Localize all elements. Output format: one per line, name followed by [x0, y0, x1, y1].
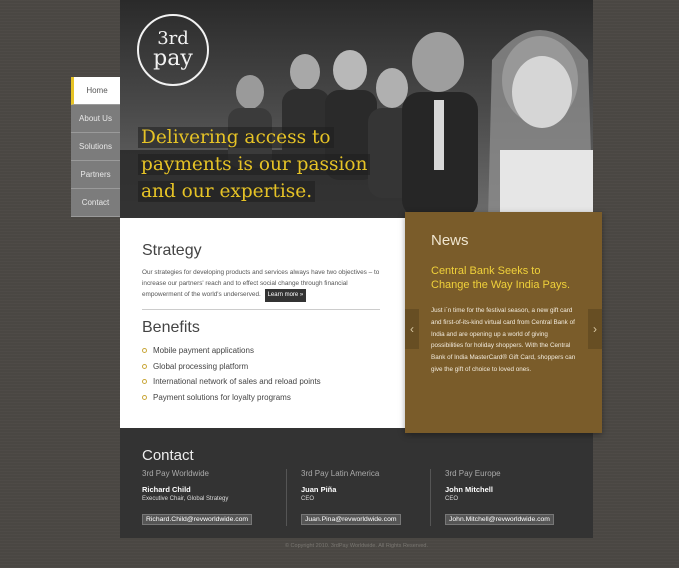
contact-role: Executive Chair, Global Strategy — [142, 496, 229, 502]
strategy-text: Our strategies for developing products a… — [142, 267, 382, 302]
news-body: Just i`n time for the festival season, a… — [431, 307, 576, 373]
hero-banner: 3rd pay Delivering access to payments is… — [120, 0, 593, 218]
benefits-heading: Benefits — [142, 319, 200, 336]
list-item: Global processing platform — [142, 362, 321, 378]
logo[interactable]: 3rd pay — [137, 14, 209, 86]
nav-item-contact[interactable]: Contact — [71, 189, 120, 217]
benefit-label: Mobile payment applications — [153, 346, 254, 355]
benefits-list: Mobile payment applications Global proce… — [142, 346, 321, 408]
bullet-icon — [142, 379, 147, 384]
contact-column-latin-america: 3rd Pay Latin America Juan Piña CEO Juan… — [286, 469, 426, 526]
nav-item-partners[interactable]: Partners — [71, 161, 120, 189]
contact-email-link[interactable]: John.Mitchell@revworldwide.com — [445, 514, 554, 525]
tagline-line: Delivering access to — [138, 127, 334, 148]
divider — [142, 309, 380, 310]
nav-item-home[interactable]: Home — [71, 77, 120, 105]
contact-name: John Mitchell — [445, 485, 493, 494]
nav-item-about[interactable]: About Us — [71, 105, 120, 133]
strategy-paragraph: Our strategies for developing products a… — [142, 269, 380, 298]
contact-email-link[interactable]: Juan.Pina@revworldwide.com — [301, 514, 401, 525]
benefit-label: Payment solutions for loyalty programs — [153, 392, 291, 402]
news-panel: News Central Bank Seeks to Change the Wa… — [405, 212, 602, 433]
tagline-line: payments is our passion — [138, 154, 371, 175]
learn-more-button[interactable]: Learn more » — [264, 289, 307, 302]
copyright: © Copyright 2010. 3rdPay Worldwide. All … — [284, 543, 429, 549]
contact-role: CEO — [445, 496, 459, 502]
chevron-left-icon[interactable]: ‹ — [405, 309, 419, 349]
contact-name: Juan Piña — [301, 485, 337, 494]
chevron-right-icon[interactable]: › — [588, 309, 602, 349]
contact-region: 3rd Pay Europe — [445, 469, 501, 478]
main-nav: Home About Us Solutions Partners Contact — [71, 77, 120, 217]
contact-heading: Contact — [142, 447, 194, 464]
news-headline[interactable]: Central Bank Seeks to Change the Way Ind… — [431, 264, 581, 292]
benefit-label: Global processing platform — [153, 361, 249, 371]
tagline-line: and our expertise. — [138, 181, 316, 202]
bullet-icon — [142, 363, 147, 369]
bullet-icon — [142, 348, 147, 353]
contact-region: 3rd Pay Worldwide — [142, 469, 209, 478]
contact-role: CEO — [301, 496, 315, 502]
contact-email-link[interactable]: Richard.Child@revworldwide.com — [142, 514, 253, 525]
news-heading: News — [431, 232, 469, 249]
benefit-label: International network of sales and reloa… — [153, 377, 321, 386]
hero-tagline: Delivering access to payments is our pas… — [138, 124, 388, 205]
list-item: Mobile payment applications — [142, 346, 321, 362]
bullet-icon — [142, 394, 147, 400]
contact-region: 3rd Pay Latin America — [301, 469, 380, 478]
nav-item-solutions[interactable]: Solutions — [71, 133, 120, 161]
contact-column-europe: 3rd Pay Europe John Mitchell CEO John.Mi… — [430, 469, 570, 526]
list-item: Payment solutions for loyalty programs — [142, 393, 321, 409]
strategy-heading: Strategy — [142, 242, 202, 259]
list-item: International network of sales and reloa… — [142, 377, 321, 393]
contact-section: Contact 3rd Pay Worldwide Richard Child … — [120, 428, 593, 538]
logo-line2: pay — [153, 46, 193, 71]
contact-name: Richard Child — [142, 485, 191, 494]
contact-column-worldwide: 3rd Pay Worldwide Richard Child Executiv… — [142, 469, 282, 526]
